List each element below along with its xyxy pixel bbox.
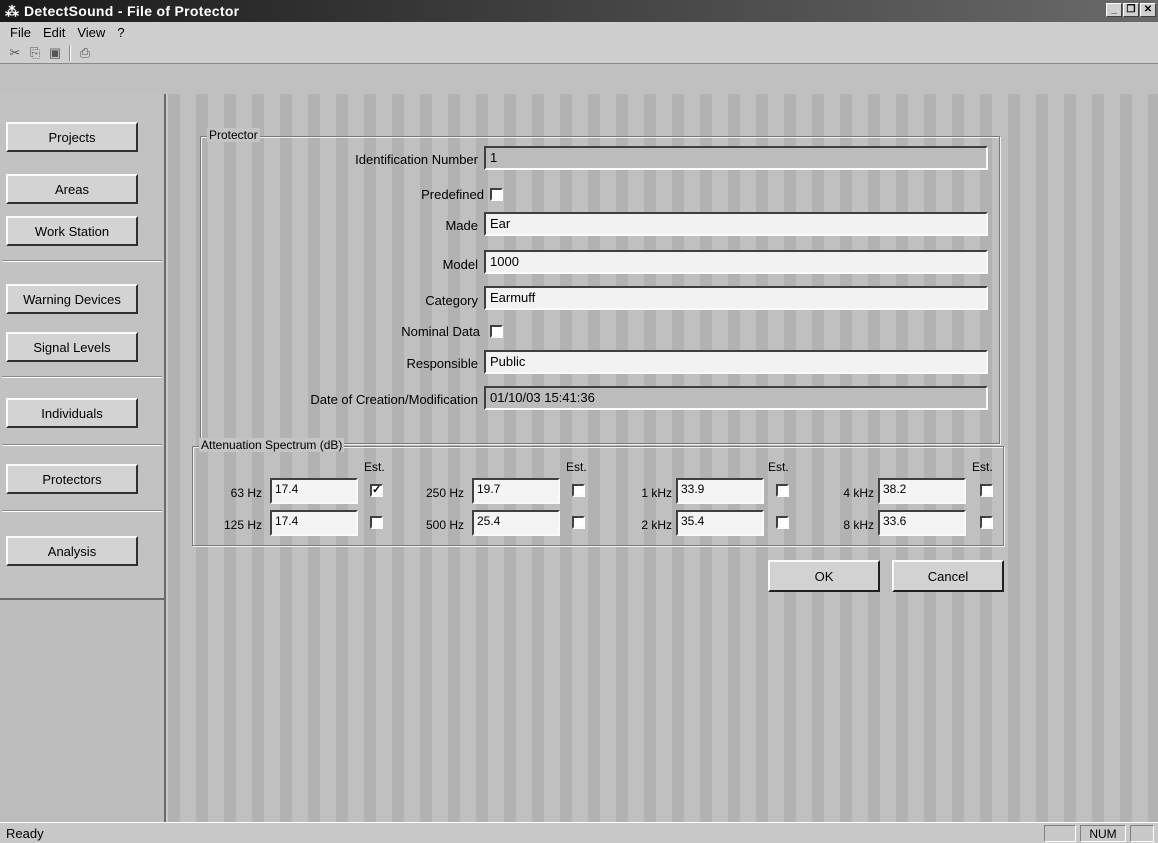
nav-divider <box>2 444 162 446</box>
band-500hz-est-checkbox[interactable] <box>572 516 585 529</box>
nav-warning-devices-button[interactable]: Warning Devices <box>6 284 138 314</box>
menu-help[interactable]: ? <box>111 25 130 40</box>
band-2khz-field[interactable]: 35.4 <box>676 510 764 536</box>
app-icon: ⁂ <box>5 3 19 19</box>
date-of-creation-field: 01/10/03 15:41:36 <box>484 386 988 410</box>
paste-icon[interactable]: ▣ <box>46 44 64 62</box>
num-lock-indicator: NUM <box>1080 825 1126 842</box>
est-column-header: Est. <box>364 460 385 474</box>
band-1khz-est-checkbox[interactable] <box>776 484 789 497</box>
ok-button[interactable]: OK <box>768 560 880 592</box>
status-text: Ready <box>6 825 44 841</box>
band-4khz-est-checkbox[interactable] <box>980 484 993 497</box>
band-4khz-label: 4 kHz <box>843 486 874 500</box>
cancel-button[interactable]: Cancel <box>892 560 1004 592</box>
print-icon[interactable]: ⎙ <box>76 44 94 62</box>
band-250hz-field[interactable]: 19.7 <box>472 478 560 504</box>
restore-button[interactable]: ❐ <box>1123 3 1139 17</box>
identification-number-field: 1 <box>484 146 988 170</box>
band-4khz-field[interactable]: 38.2 <box>878 478 966 504</box>
date-of-creation-label: Date of Creation/Modification <box>310 392 478 407</box>
identification-number-label: Identification Number <box>355 152 478 167</box>
nav-signal-levels-button[interactable]: Signal Levels <box>6 332 138 362</box>
est-column-header: Est. <box>768 460 789 474</box>
nav-analysis-button[interactable]: Analysis <box>6 536 138 566</box>
made-field[interactable]: Ear <box>484 212 988 236</box>
band-125hz-label: 125 Hz <box>223 518 262 532</box>
attenuation-spectrum-title: Attenuation Spectrum (dB) <box>199 438 345 452</box>
nav-individuals-button[interactable]: Individuals <box>6 398 138 428</box>
nav-protectors-button[interactable]: Protectors <box>6 464 138 494</box>
predefined-checkbox[interactable] <box>490 188 503 201</box>
toolbar-separator <box>69 44 71 61</box>
band-1khz-label: 1 kHz <box>641 486 672 500</box>
window-controls: _ ❐ ✕ <box>1106 3 1156 17</box>
protector-group-title: Protector <box>207 128 260 142</box>
band-125hz-field[interactable]: 17.4 <box>270 510 358 536</box>
band-63hz-field[interactable]: 17.4 <box>270 478 358 504</box>
made-label: Made <box>445 218 478 233</box>
band-2khz-est-checkbox[interactable] <box>776 516 789 529</box>
est-column-header: Est. <box>972 460 993 474</box>
predefined-label: Predefined <box>421 187 484 202</box>
band-8khz-est-checkbox[interactable] <box>980 516 993 529</box>
responsible-label: Responsible <box>406 356 478 371</box>
band-8khz-label: 8 kHz <box>843 518 874 532</box>
menu-bar: File Edit View ? <box>0 22 1158 42</box>
category-field[interactable]: Earmuff <box>484 286 988 310</box>
model-field[interactable]: 1000 <box>484 250 988 274</box>
menu-edit[interactable]: Edit <box>37 25 71 40</box>
model-label: Model <box>442 257 478 272</box>
band-125hz-est-checkbox[interactable] <box>370 516 383 529</box>
header-strip <box>0 64 1158 94</box>
band-250hz-est-checkbox[interactable] <box>572 484 585 497</box>
responsible-field[interactable]: Public <box>484 350 988 374</box>
band-500hz-field[interactable]: 25.4 <box>472 510 560 536</box>
band-2khz-label: 2 kHz <box>641 518 672 532</box>
menu-file[interactable]: File <box>4 25 37 40</box>
navigation-pane: Projects Areas Work Station Warning Devi… <box>0 94 166 822</box>
nav-areas-button[interactable]: Areas <box>6 174 138 204</box>
nav-projects-button[interactable]: Projects <box>6 122 138 152</box>
band-500hz-label: 500 Hz <box>425 518 464 532</box>
nav-divider <box>2 376 162 378</box>
menu-view[interactable]: View <box>71 25 111 40</box>
band-8khz-field[interactable]: 33.6 <box>878 510 966 536</box>
status-panel-empty <box>1130 825 1154 842</box>
category-label: Category <box>425 293 478 308</box>
window-title: DetectSound - File of Protector <box>24 3 240 19</box>
nominal-data-checkbox[interactable] <box>490 325 503 338</box>
status-bar: Ready NUM <box>0 822 1158 843</box>
nav-divider <box>2 510 162 512</box>
cut-icon[interactable]: ✂ <box>6 44 24 62</box>
title-bar: ⁂ DetectSound - File of Protector _ ❐ ✕ <box>0 0 1158 22</box>
copy-icon[interactable]: ⎘ <box>26 44 44 62</box>
nav-work-station-button[interactable]: Work Station <box>6 216 138 246</box>
band-63hz-label: 63 Hz <box>230 486 262 500</box>
band-250hz-label: 250 Hz <box>425 486 464 500</box>
status-panel-empty <box>1044 825 1076 842</box>
navigation-buttons-area: Projects Areas Work Station Warning Devi… <box>0 94 164 600</box>
band-63hz-est-checkbox[interactable]: ✓ <box>370 484 383 497</box>
minimize-button[interactable]: _ <box>1106 3 1122 17</box>
est-column-header: Est. <box>566 460 587 474</box>
nominal-data-label: Nominal Data <box>401 324 480 339</box>
nav-divider <box>2 260 162 262</box>
toolbar: ✂ ⎘ ▣ ⎙ <box>0 42 1158 64</box>
close-button[interactable]: ✕ <box>1140 3 1156 17</box>
band-1khz-field[interactable]: 33.9 <box>676 478 764 504</box>
